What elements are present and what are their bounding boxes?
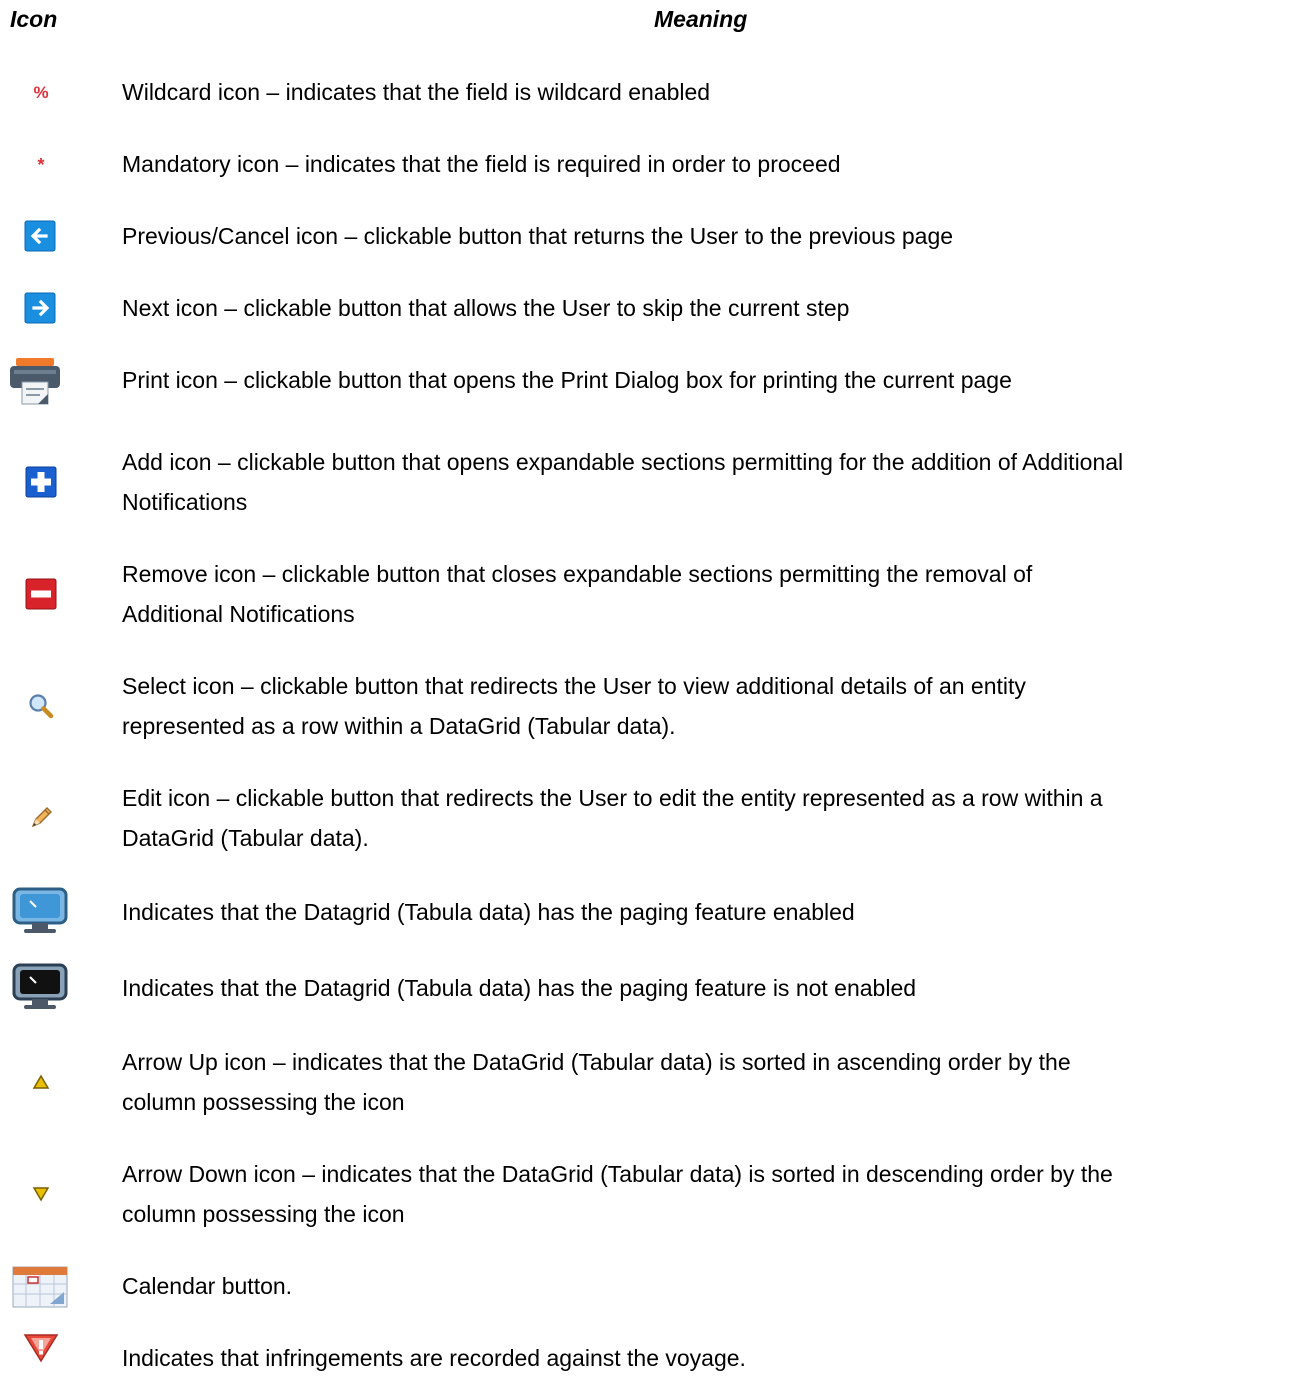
legend-row-arrow-down: Arrow Down icon – indicates that the Dat… (0, 1154, 1298, 1234)
previous-arrow-icon[interactable] (0, 216, 82, 256)
legend-text: Calendar button. (122, 1273, 293, 1299)
legend-row-previous: Previous/Cancel icon – clickable button … (0, 216, 1298, 256)
svg-text:*: * (37, 156, 44, 172)
svg-text:%: % (33, 83, 48, 102)
legend-text: Next icon – clickable button that allows… (122, 295, 850, 321)
column-header-icon: Icon (10, 6, 58, 32)
column-header-meaning: Meaning (654, 6, 748, 32)
legend-text: Print icon – clickable button that opens… (122, 367, 1012, 393)
legend-text: Remove icon – clickable button that clos… (122, 561, 1033, 627)
legend-row-arrow-up: Arrow Up icon – indicates that the DataG… (0, 1042, 1298, 1122)
legend-row-calendar: Calendar button. (0, 1262, 1298, 1310)
mandatory-icon: * (0, 144, 82, 184)
legend-text: Arrow Up icon – indicates that the DataG… (122, 1049, 1071, 1115)
legend-text: Indicates that the Datagrid (Tabula data… (122, 975, 917, 1001)
magnifier-icon[interactable] (0, 666, 82, 746)
legend-text: Arrow Down icon – indicates that the Dat… (122, 1161, 1113, 1227)
legend-text: Select icon – clickable button that redi… (122, 673, 1026, 739)
legend-text: Mandatory icon – indicates that the fiel… (122, 151, 841, 177)
monitor-paging-disabled-icon[interactable] (0, 962, 82, 1012)
legend-row-mandatory: * Mandatory icon – indicates that the fi… (0, 144, 1298, 184)
arrow-down-icon (0, 1154, 82, 1234)
legend-row-wildcard: % Wildcard icon – indicates that the fie… (0, 72, 1298, 112)
legend-row-print: Print icon – clickable button that opens… (0, 356, 1298, 406)
legend-row-add: Add icon – clickable button that opens e… (0, 442, 1298, 522)
legend-text: Edit icon – clickable button that redire… (122, 785, 1103, 851)
wildcard-icon: % (0, 72, 82, 112)
legend-row-paging-enabled: Indicates that the Datagrid (Tabula data… (0, 886, 1298, 936)
plus-icon[interactable] (0, 442, 82, 522)
calendar-icon[interactable] (0, 1262, 82, 1310)
legend-row-edit: Edit icon – clickable button that redire… (0, 778, 1298, 858)
legend-row-paging-disabled: Indicates that the Datagrid (Tabula data… (0, 962, 1298, 1012)
monitor-paging-enabled-icon[interactable] (0, 886, 82, 936)
legend-text: Indicates that infringements are recorde… (122, 1345, 746, 1371)
legend-row-select: Select icon – clickable button that redi… (0, 666, 1298, 746)
minus-icon[interactable] (0, 554, 82, 634)
legend-row-infringement: Indicates that infringements are recorde… (0, 1334, 1298, 1380)
legend-row-remove: Remove icon – clickable button that clos… (0, 554, 1298, 634)
legend-text: Previous/Cancel icon – clickable button … (122, 223, 954, 249)
legend-text: Indicates that the Datagrid (Tabula data… (122, 899, 855, 925)
legend-text: Add icon – clickable button that opens e… (122, 449, 1124, 515)
pencil-icon[interactable] (0, 778, 82, 858)
next-arrow-icon[interactable] (0, 288, 82, 328)
warning-shield-icon (0, 1328, 82, 1368)
legend-row-next: Next icon – clickable button that allows… (0, 288, 1298, 328)
printer-icon[interactable] (0, 356, 82, 406)
legend-text: Wildcard icon – indicates that the field… (122, 79, 711, 105)
arrow-up-icon (0, 1042, 82, 1122)
